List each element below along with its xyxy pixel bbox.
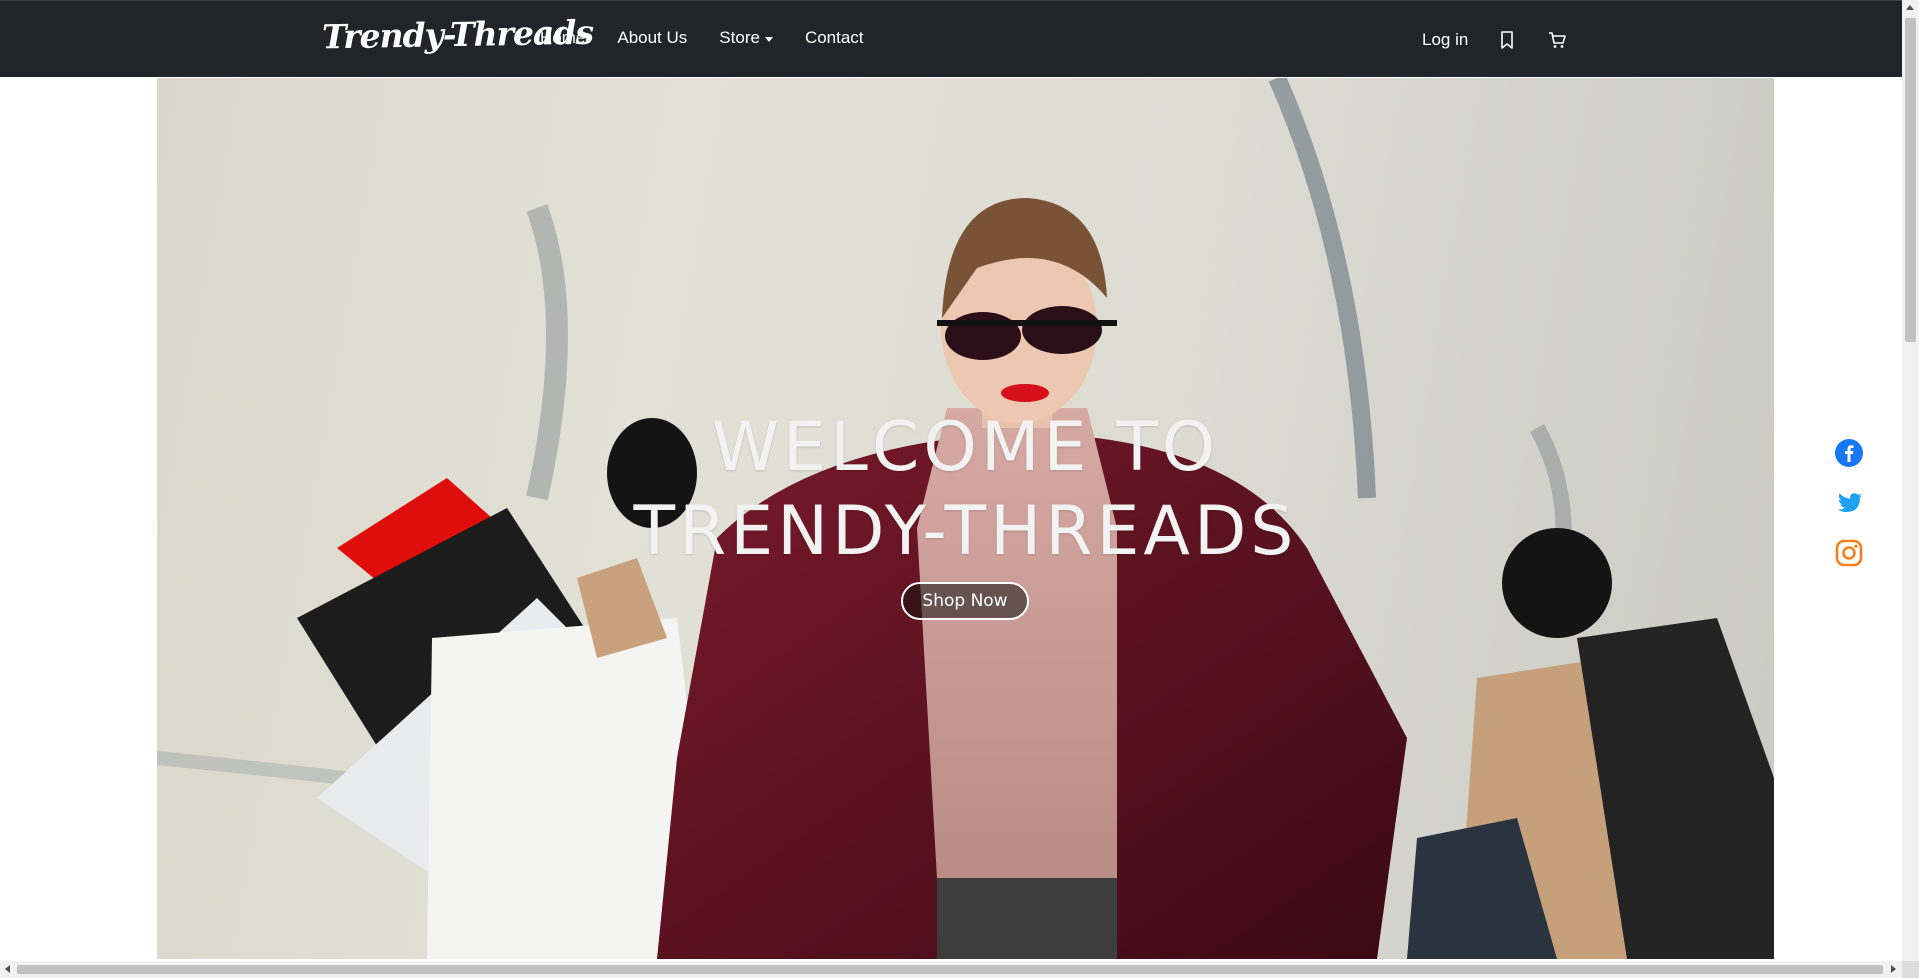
vertical-scroll-thumb[interactable] xyxy=(1905,18,1916,342)
bookmark-icon[interactable] xyxy=(1500,30,1518,50)
scroll-up-icon[interactable] xyxy=(1906,5,1914,10)
nav-contact[interactable]: Contact xyxy=(805,28,864,48)
horizontal-scrollbar[interactable] xyxy=(0,961,1902,978)
scroll-right-icon[interactable] xyxy=(1891,965,1896,973)
cart-icon[interactable] xyxy=(1548,30,1567,50)
nav-links: Home About Us Store Contact xyxy=(540,28,896,48)
hero-title-line2: TRENDY-THREADS xyxy=(633,492,1298,571)
social-links xyxy=(1834,438,1864,568)
vertical-scrollbar[interactable] xyxy=(1902,0,1919,961)
scroll-left-icon[interactable] xyxy=(5,965,10,973)
hero-banner: WELCOME TO TRENDY-THREADS Shop Now xyxy=(157,78,1774,959)
nav-right: Log in xyxy=(1422,30,1596,50)
nav-home[interactable]: Home xyxy=(540,28,585,48)
scrollbar-corner xyxy=(1902,961,1919,978)
navbar: Trendy-Threads Home About Us Store Conta… xyxy=(0,0,1902,77)
nav-about-us[interactable]: About Us xyxy=(617,28,687,48)
facebook-icon[interactable] xyxy=(1834,438,1864,468)
nav-store-label: Store xyxy=(719,28,760,47)
instagram-icon[interactable] xyxy=(1834,538,1864,568)
nav-store-dropdown[interactable]: Store xyxy=(719,28,773,48)
shop-now-button[interactable]: Shop Now xyxy=(901,582,1029,620)
caret-down-icon xyxy=(764,36,773,42)
hero-title-line1: WELCOME TO xyxy=(711,408,1220,487)
twitter-icon[interactable] xyxy=(1834,488,1864,518)
horizontal-scroll-thumb[interactable] xyxy=(17,965,1883,974)
login-link[interactable]: Log in xyxy=(1422,30,1468,50)
